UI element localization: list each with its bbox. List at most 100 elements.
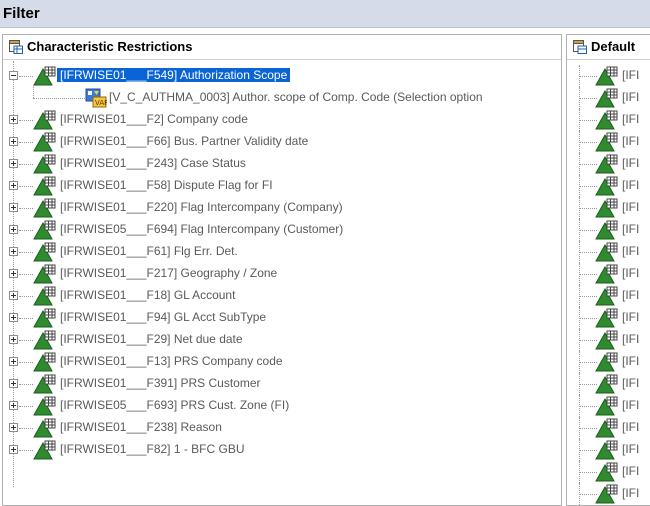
- default-tree-item-label: [IFI: [622, 310, 640, 324]
- default-tree-item[interactable]: [IFI: [567, 373, 650, 395]
- tree-item[interactable]: [IFRWISE01___F220] Flag Intercompany (Co…: [3, 197, 563, 219]
- expand-icon[interactable]: [9, 313, 18, 322]
- characteristic-icon: [595, 66, 618, 86]
- tree-item[interactable]: [IFRWISE01___F82] 1 - BFC GBU: [3, 439, 563, 461]
- characteristic-icon: [595, 374, 618, 394]
- default-tree-item[interactable]: [IFI: [567, 329, 650, 351]
- tree-item[interactable]: [IFRWISE01___F391] PRS Customer: [3, 373, 563, 395]
- tree-item-label: [IFRWISE01___F61] Flg Err. Det.: [60, 244, 238, 258]
- default-tree-item[interactable]: [IFI: [567, 395, 650, 417]
- tree-item[interactable]: [IFRWISE01___F94] GL Acct SubType: [3, 307, 563, 329]
- characteristic-icon: [33, 440, 56, 460]
- expand-icon[interactable]: [9, 203, 18, 212]
- default-tree-item[interactable]: [IFI: [567, 483, 650, 505]
- default-tree-item[interactable]: [IFI: [567, 417, 650, 439]
- tree-item[interactable]: [IFRWISE01___F217] Geography / Zone: [3, 263, 563, 285]
- expand-icon[interactable]: [9, 159, 18, 168]
- tree-item[interactable]: [IFRWISE01___F243] Case Status: [3, 153, 563, 175]
- default-tree-item[interactable]: [IFI: [567, 241, 650, 263]
- panel-header-label: Characteristic Restrictions: [27, 39, 193, 54]
- default-tree-item[interactable]: [IFI: [567, 219, 650, 241]
- expand-icon[interactable]: [9, 423, 18, 432]
- characteristic-icon: [33, 286, 56, 306]
- expand-icon[interactable]: [9, 401, 18, 410]
- tree-item-label: [IFRWISE01___F29] Net due date: [60, 332, 243, 346]
- characteristic-icon: [595, 176, 618, 196]
- characteristic-restrictions-panel: Characteristic Restrictions [IFRWISE01__…: [2, 34, 562, 506]
- tree-item-label: [V_C_AUTHMA_0003] Author. scope of Comp.…: [109, 90, 483, 104]
- default-tree-item-label: [IFI: [622, 178, 640, 192]
- default-tree-item[interactable]: [IFI: [567, 109, 650, 131]
- tree-item-authorization-scope[interactable]: [IFRWISE01___F549] Authorization Scope: [3, 65, 563, 87]
- tree-item[interactable]: [IFRWISE01___F238] Reason: [3, 417, 563, 439]
- default-tree-item[interactable]: [IFI: [567, 461, 650, 483]
- characteristic-icon: [595, 330, 618, 350]
- tree-item[interactable]: [IFRWISE01___F61] Flg Err. Det.: [3, 241, 563, 263]
- characteristic-icon: [33, 198, 56, 218]
- default-tree-item-label: [IFI: [622, 156, 640, 170]
- tree-item[interactable]: [IFRWISE05___F694] Flag Intercompany (Cu…: [3, 219, 563, 241]
- characteristic-icon: [595, 462, 618, 482]
- characteristic-icon: [595, 242, 618, 262]
- filter-title-bar: Filter: [0, 0, 650, 28]
- tree-item[interactable]: [IFRWISE01___F18] GL Account: [3, 285, 563, 307]
- default-tree-item-label: [IFI: [622, 398, 640, 412]
- expand-icon[interactable]: [9, 181, 18, 190]
- default-tree-item[interactable]: [IFI: [567, 197, 650, 219]
- default-tree-item-label: [IFI: [622, 354, 640, 368]
- characteristic-icon: [595, 308, 618, 328]
- characteristic-icon: [33, 352, 56, 372]
- tree-item-label: [IFRWISE01___F2] Company code: [60, 112, 248, 126]
- table-icon: [573, 40, 587, 54]
- tree-item-label: [IFRWISE01___F549] Authorization Scope: [57, 68, 291, 82]
- table-icon: [9, 40, 23, 54]
- collapse-icon[interactable]: [9, 71, 18, 80]
- default-tree-item[interactable]: [IFI: [567, 263, 650, 285]
- default-tree-item-label: [IFI: [622, 464, 640, 478]
- expand-icon[interactable]: [9, 291, 18, 300]
- default-tree-item[interactable]: [IFI: [567, 351, 650, 373]
- tree-subitem-variable[interactable]: VAR [V_C_AUTHMA_0003] Author. scope of C…: [3, 85, 563, 109]
- default-tree-item[interactable]: [IFI: [567, 285, 650, 307]
- default-tree-item-label: [IFI: [622, 200, 640, 214]
- default-tree-item-label: [IFI: [622, 420, 640, 434]
- characteristic-icon: [595, 418, 618, 438]
- default-tree-item-label: [IFI: [622, 442, 640, 456]
- tree-item[interactable]: [IFRWISE05___F693] PRS Cust. Zone (FI): [3, 395, 563, 417]
- default-tree-item[interactable]: [IFI: [567, 65, 650, 87]
- default-tree-item[interactable]: [IFI: [567, 439, 650, 461]
- default-tree-item-label: [IFI: [622, 68, 640, 82]
- expand-icon[interactable]: [9, 247, 18, 256]
- default-tree-item[interactable]: [IFI: [567, 307, 650, 329]
- expand-icon[interactable]: [9, 445, 18, 454]
- tree-item-label: [IFRWISE01___F66] Bus. Partner Validity …: [60, 134, 309, 148]
- tree-item-label: [IFRWISE05___F693] PRS Cust. Zone (FI): [60, 398, 290, 412]
- default-tree-item[interactable]: [IFI: [567, 153, 650, 175]
- tree-item[interactable]: [IFRWISE01___F66] Bus. Partner Validity …: [3, 131, 563, 153]
- expand-icon[interactable]: [9, 115, 18, 124]
- characteristic-icon: [33, 110, 56, 130]
- expand-icon[interactable]: [9, 335, 18, 344]
- expand-icon[interactable]: [9, 137, 18, 146]
- characteristic-icon: [33, 374, 56, 394]
- characteristic-icon: [33, 132, 56, 152]
- characteristic-icon: [595, 286, 618, 306]
- tree-item-label: [IFRWISE01___F82] 1 - BFC GBU: [60, 442, 245, 456]
- tree-item[interactable]: [IFRWISE01___F29] Net due date: [3, 329, 563, 351]
- default-values-tree: [IFI [IFI [IFI [IFI [IFI [IFI [IFI [IFI [IFI [IFI…: [567, 65, 650, 505]
- expand-icon[interactable]: [9, 357, 18, 366]
- tree-item-label: [IFRWISE01___F18] GL Account: [60, 288, 236, 302]
- characteristic-icon: [33, 330, 56, 350]
- tree-item[interactable]: [IFRWISE01___F58] Dispute Flag for FI: [3, 175, 563, 197]
- tree-item-label: [IFRWISE01___F238] Reason: [60, 420, 222, 434]
- default-tree-item[interactable]: [IFI: [567, 175, 650, 197]
- tree-item-label: [IFRWISE05___F694] Flag Intercompany (Cu…: [60, 222, 344, 236]
- characteristic-icon: [595, 132, 618, 152]
- tree-item[interactable]: [IFRWISE01___F2] Company code: [3, 109, 563, 131]
- default-tree-item[interactable]: [IFI: [567, 87, 650, 109]
- expand-icon[interactable]: [9, 269, 18, 278]
- tree-item[interactable]: [IFRWISE01___F13] PRS Company code: [3, 351, 563, 373]
- expand-icon[interactable]: [9, 225, 18, 234]
- default-tree-item[interactable]: [IFI: [567, 131, 650, 153]
- expand-icon[interactable]: [9, 379, 18, 388]
